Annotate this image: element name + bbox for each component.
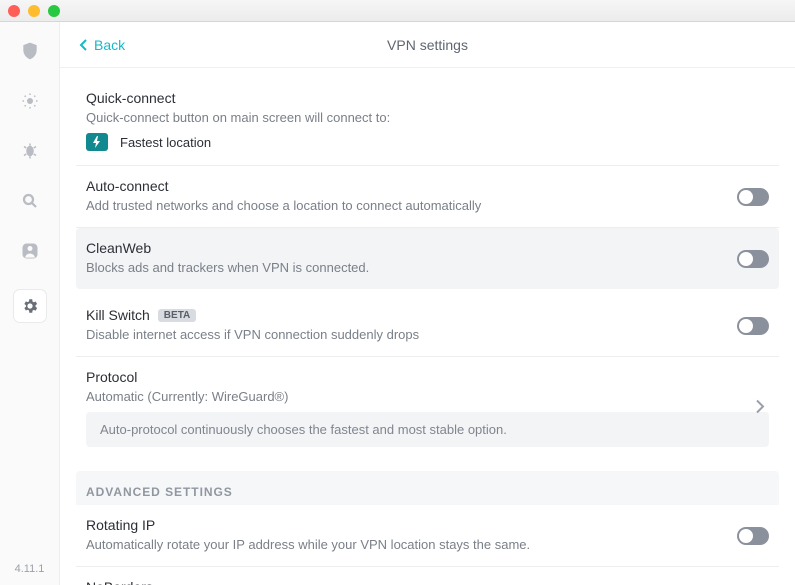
back-button[interactable]: Back xyxy=(78,37,125,53)
fullscreen-window-button[interactable] xyxy=(48,5,60,17)
page-header: Back VPN settings xyxy=(60,22,795,68)
auto-connect-row[interactable]: Auto-connect Add trusted networks and ch… xyxy=(76,166,779,228)
quick-connect-subtitle: Quick-connect button on main screen will… xyxy=(86,110,769,125)
page-title: VPN settings xyxy=(60,37,795,53)
search-icon[interactable] xyxy=(19,190,41,212)
rotating-ip-row[interactable]: Rotating IP Automatically rotate your IP… xyxy=(76,505,779,567)
cleanweb-title: CleanWeb xyxy=(86,240,769,256)
lightning-icon xyxy=(86,133,108,151)
window-titlebar xyxy=(0,0,795,22)
protocol-row[interactable]: Protocol Automatic (Currently: WireGuard… xyxy=(76,357,779,461)
chevron-right-icon xyxy=(755,398,765,421)
minimize-window-button[interactable] xyxy=(28,5,40,17)
beta-badge: BETA xyxy=(158,309,196,322)
settings-icon[interactable] xyxy=(14,290,46,322)
kill-switch-subtitle: Disable internet access if VPN connectio… xyxy=(86,327,769,342)
close-window-button[interactable] xyxy=(8,5,20,17)
auto-connect-subtitle: Add trusted networks and choose a locati… xyxy=(86,198,769,213)
chevron-left-icon xyxy=(78,38,88,52)
shield-icon[interactable] xyxy=(19,40,41,62)
alert-icon[interactable] xyxy=(19,90,41,112)
rotating-ip-title: Rotating IP xyxy=(86,517,769,533)
cleanweb-row[interactable]: CleanWeb Blocks ads and trackers when VP… xyxy=(76,228,779,289)
quick-connect-value: Fastest location xyxy=(120,135,211,150)
advanced-section-header: ADVANCED SETTINGS xyxy=(76,471,779,505)
rotating-ip-toggle[interactable] xyxy=(737,527,769,545)
settings-content[interactable]: Quick-connect Quick-connect button on ma… xyxy=(60,68,795,585)
cleanweb-subtitle: Blocks ads and trackers when VPN is conn… xyxy=(86,260,769,275)
cleanweb-toggle[interactable] xyxy=(737,250,769,268)
rotating-ip-subtitle: Automatically rotate your IP address whi… xyxy=(86,537,769,552)
quick-connect-title: Quick-connect xyxy=(86,90,769,106)
back-label: Back xyxy=(94,37,125,53)
protocol-title: Protocol xyxy=(86,369,769,385)
auto-connect-title: Auto-connect xyxy=(86,178,769,194)
account-icon[interactable] xyxy=(19,240,41,262)
kill-switch-toggle[interactable] xyxy=(737,317,769,335)
noborders-title: NoBorders xyxy=(86,579,769,585)
kill-switch-row[interactable]: Kill Switch BETA Disable internet access… xyxy=(76,295,779,357)
protocol-subtitle: Automatic (Currently: WireGuard®) xyxy=(86,389,769,404)
antivirus-icon[interactable] xyxy=(19,140,41,162)
auto-connect-toggle[interactable] xyxy=(737,188,769,206)
kill-switch-title: Kill Switch xyxy=(86,307,150,323)
quick-connect-row[interactable]: Quick-connect Quick-connect button on ma… xyxy=(76,78,779,166)
sidebar: 4.11.1 xyxy=(0,22,60,585)
protocol-info: Auto-protocol continuously chooses the f… xyxy=(86,412,769,447)
version-label: 4.11.1 xyxy=(15,563,45,575)
noborders-row[interactable]: NoBorders xyxy=(76,567,779,585)
